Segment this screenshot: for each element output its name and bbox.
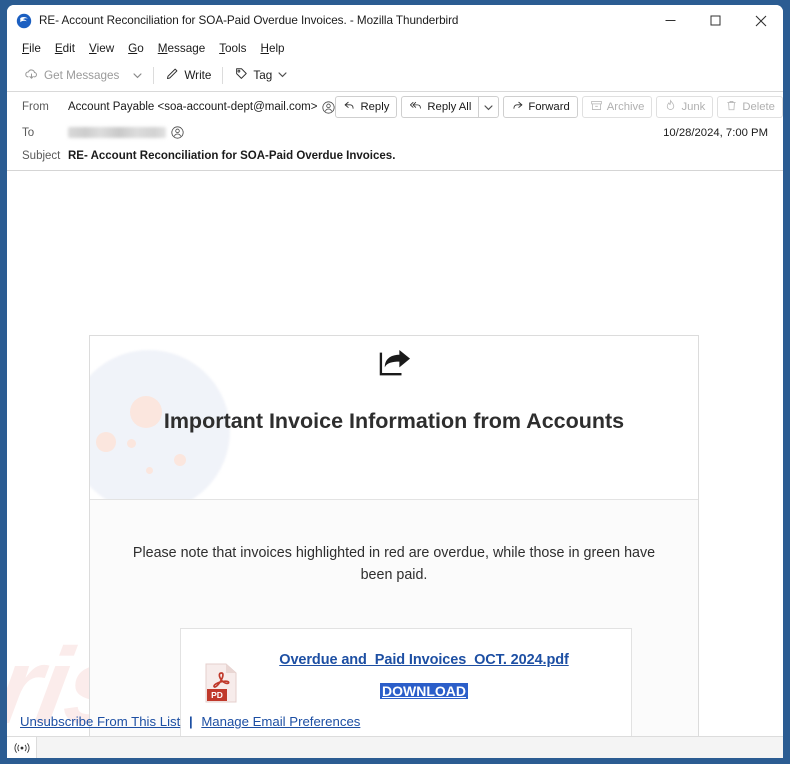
- attachment-text-block: Overdue and_Paid Invoices_OCT. 2024.pdf …: [181, 651, 631, 701]
- menu-go[interactable]: Go: [121, 40, 151, 57]
- write-button[interactable]: Write: [158, 64, 218, 87]
- delete-button[interactable]: Delete: [717, 96, 783, 118]
- contact-avatar-icon[interactable]: [322, 100, 336, 114]
- forward-icon: [511, 99, 524, 115]
- menu-view[interactable]: View: [82, 40, 121, 57]
- broadcast-signal-icon[interactable]: [7, 737, 37, 758]
- email-hero-section: Important Invoice Information from Accou…: [90, 336, 698, 500]
- get-messages-button[interactable]: Get Messages: [17, 64, 126, 88]
- reply-all-dropdown[interactable]: [478, 96, 500, 118]
- junk-label: Junk: [681, 101, 706, 113]
- junk-button[interactable]: Junk: [656, 96, 714, 118]
- footer-links: Unsubscribe From This List | Manage Emai…: [20, 714, 360, 729]
- maximize-icon[interactable]: [693, 5, 738, 36]
- decorative-dot: [174, 454, 186, 466]
- menu-file[interactable]: File: [15, 40, 48, 57]
- tag-label: Tag: [253, 69, 273, 82]
- message-action-buttons: Reply Reply All Forward Archive Junk Del…: [335, 96, 783, 118]
- menu-tools[interactable]: Tools: [212, 40, 253, 57]
- trash-icon: [725, 99, 738, 115]
- menu-help[interactable]: Help: [254, 40, 292, 57]
- get-messages-dropdown[interactable]: [126, 67, 149, 84]
- minimize-icon[interactable]: [648, 5, 693, 36]
- chevron-down-icon: [277, 69, 288, 83]
- from-row: From Account Payable <soa-account-dept@m…: [7, 92, 783, 120]
- message-date: 10/28/2024, 7:00 PM: [663, 126, 768, 139]
- subject-value: RE- Account Reconciliation for SOA-Paid …: [68, 150, 396, 162]
- reply-all-label: Reply All: [427, 101, 472, 113]
- message-body: BP risk.com: [7, 171, 783, 736]
- from-value[interactable]: Account Payable <soa-account-dept@mail.c…: [68, 101, 317, 113]
- share-icon-container: [90, 348, 698, 386]
- cloud-download-icon: [24, 67, 39, 85]
- junk-flame-icon: [664, 99, 677, 115]
- email-content-card: Important Invoice Information from Accou…: [89, 335, 699, 736]
- attachment-filename-link[interactable]: Overdue and_Paid Invoices_OCT. 2024.pdf: [279, 652, 569, 668]
- reply-icon: [343, 99, 356, 115]
- decorative-dot: [146, 467, 153, 474]
- toolbar-separator-2: [222, 67, 224, 84]
- email-body-text: Please note that invoices highlighted in…: [132, 545, 656, 583]
- menu-message[interactable]: Message: [151, 40, 212, 57]
- message-header: From Account Payable <soa-account-dept@m…: [7, 92, 783, 171]
- pencil-icon: [165, 67, 179, 84]
- archive-box-icon: [590, 99, 603, 115]
- reply-label: Reply: [360, 101, 390, 113]
- main-toolbar: Get Messages Write Tag: [7, 60, 783, 92]
- forward-label: Forward: [528, 101, 570, 113]
- statusbar: [7, 736, 783, 758]
- thunderbird-logo-icon: [16, 13, 32, 29]
- reply-button[interactable]: Reply: [335, 96, 398, 118]
- chevron-down-icon: [133, 73, 142, 79]
- titlebar: RE- Account Reconciliation for SOA-Paid …: [7, 5, 783, 36]
- to-value-redacted[interactable]: [68, 127, 166, 138]
- close-icon[interactable]: [738, 5, 783, 36]
- write-label: Write: [184, 69, 212, 82]
- menubar: File Edit View Go Message Tools Help: [7, 36, 783, 60]
- menu-edit[interactable]: Edit: [48, 40, 82, 57]
- manage-email-preferences-link[interactable]: Manage Email Preferences: [201, 714, 360, 729]
- window-controls: [648, 5, 783, 36]
- reply-all-icon: [409, 99, 423, 115]
- share-export-icon: [376, 348, 413, 386]
- tag-button[interactable]: Tag: [227, 64, 295, 87]
- reply-all-button[interactable]: Reply All: [401, 96, 479, 118]
- reply-all-group: Reply All: [401, 96, 500, 118]
- window-frame: RE- Account Reconciliation for SOA-Paid …: [0, 0, 790, 764]
- to-label: To: [22, 126, 35, 139]
- get-messages-label: Get Messages: [44, 69, 120, 82]
- archive-label: Archive: [606, 101, 645, 113]
- forward-button[interactable]: Forward: [503, 96, 578, 118]
- email-hero-title: Important Invoice Information from Accou…: [163, 409, 625, 433]
- toolbar-separator: [153, 67, 155, 84]
- contact-avatar-icon[interactable]: [171, 126, 184, 139]
- from-label: From: [22, 101, 49, 113]
- thunderbird-window: RE- Account Reconciliation for SOA-Paid …: [7, 5, 783, 758]
- archive-button[interactable]: Archive: [581, 96, 653, 118]
- to-row: To 10/28/2024, 7:00 PM: [7, 120, 783, 145]
- subject-label: Subject: [22, 150, 61, 162]
- chevron-down-icon: [484, 104, 493, 110]
- email-lower-section: Please note that invoices highlighted in…: [90, 500, 698, 736]
- unsubscribe-from-list-link[interactable]: Unsubscribe From This List: [20, 714, 180, 729]
- tag-icon: [234, 67, 248, 84]
- subject-row: Subject RE- Account Reconciliation for S…: [7, 145, 783, 170]
- decorative-dot: [127, 439, 136, 448]
- window-title: RE- Account Reconciliation for SOA-Paid …: [39, 14, 459, 27]
- download-link[interactable]: DOWNLOAD: [380, 683, 468, 699]
- footer-separator: |: [188, 714, 193, 729]
- delete-label: Delete: [742, 101, 775, 113]
